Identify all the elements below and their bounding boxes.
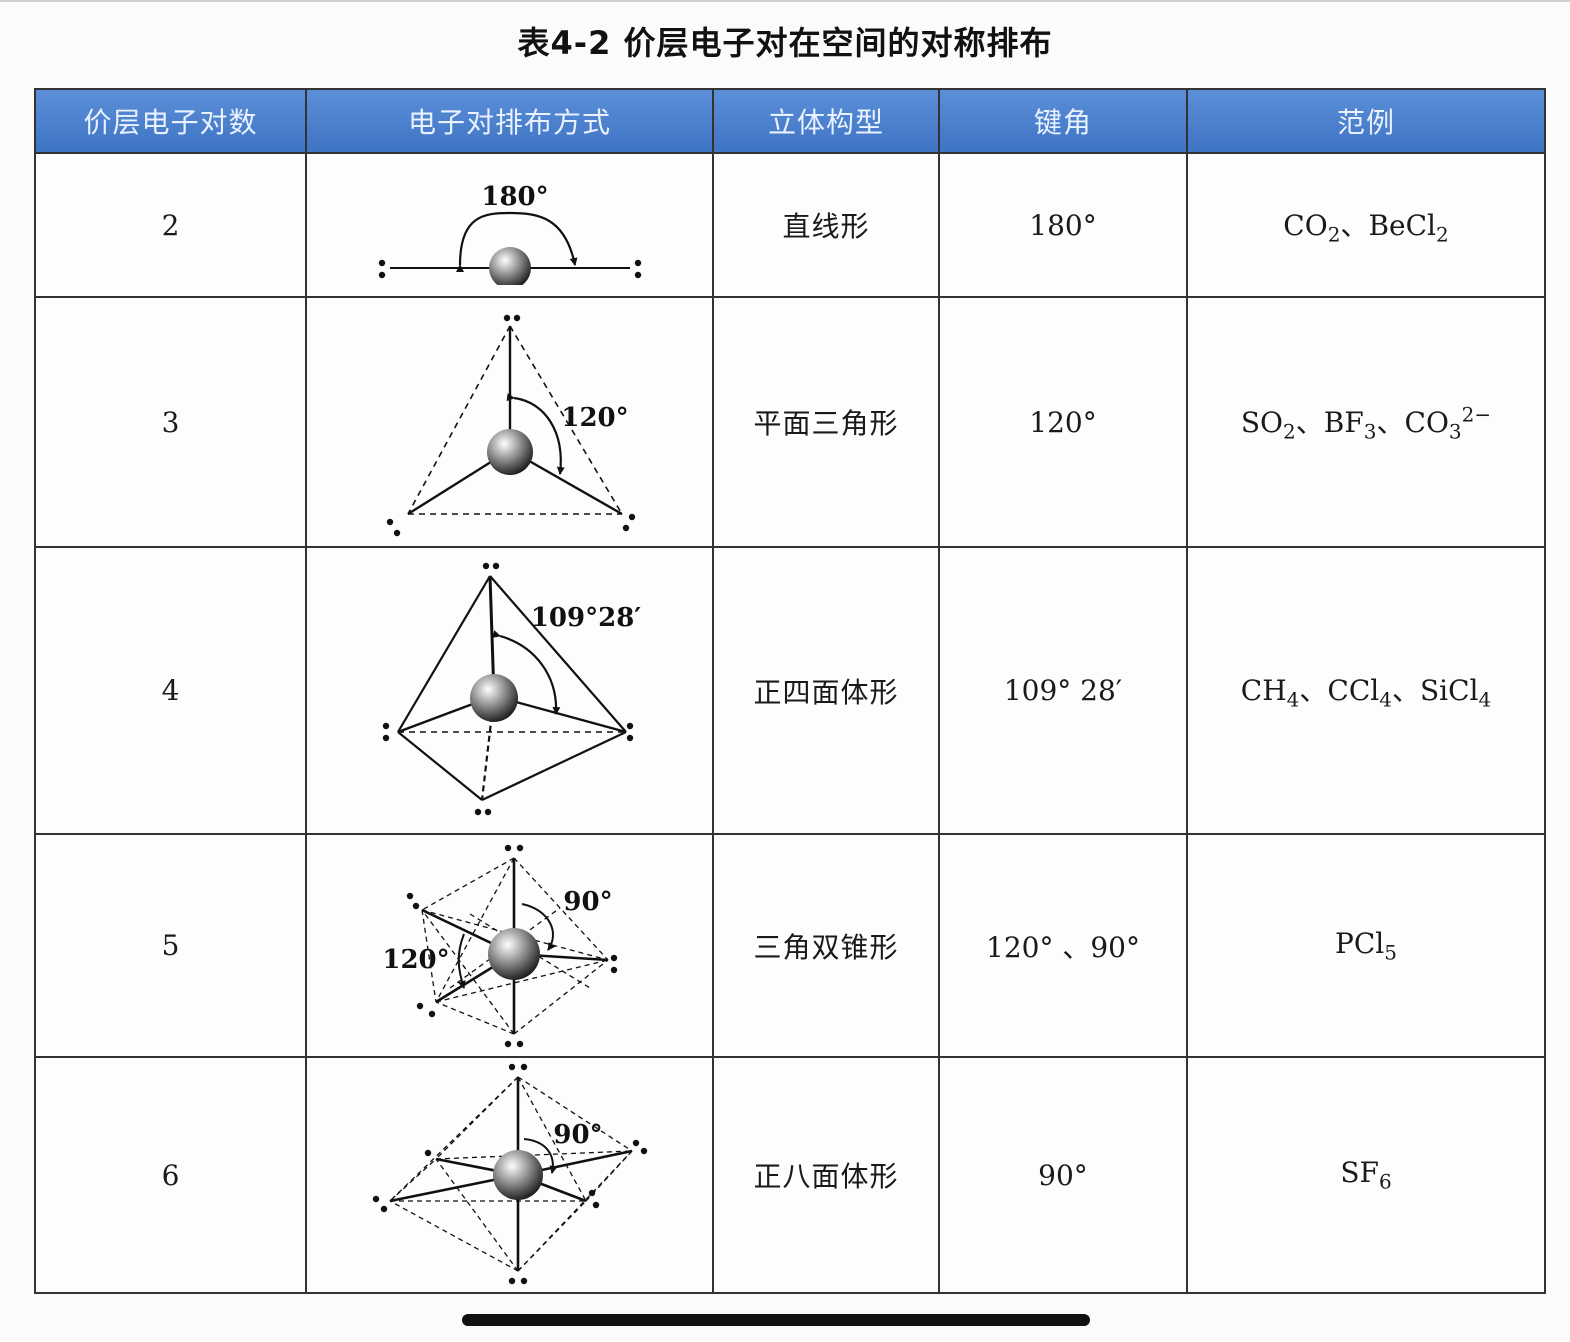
- table-row: 4 109°28′ 正四面体形 109° 28′ CH4、CCl4、SiCl4: [34, 546, 1546, 835]
- formula-subscript: 2: [1435, 222, 1449, 247]
- pair-count: 4: [34, 546, 307, 835]
- examples: PCl5: [1186, 833, 1546, 1058]
- bond-angle: 120° 、90°: [938, 833, 1188, 1058]
- trigonal-bipyramidal-arrangement-diagram: 90° 120°: [382, 844, 617, 1048]
- header-geometry: 立体构型: [712, 88, 940, 154]
- bipyramidal-diagram-cell: 90° 120°: [305, 833, 714, 1058]
- formula: SiCl4: [1419, 674, 1492, 712]
- vsepr-table: 价层电子对数 电子对排布方式 立体构型 键角 范例 2 180° 直线形 180…: [34, 88, 1546, 1294]
- formula: CH4、: [1240, 674, 1328, 712]
- home-indicator[interactable]: [462, 1314, 1090, 1326]
- diagram-angle-label-90: 90°: [563, 887, 612, 917]
- formula-subscript: 2: [1327, 222, 1341, 247]
- bond-angle: 90°: [938, 1056, 1188, 1294]
- pair-count: 3: [34, 296, 307, 548]
- formula: PCl5: [1335, 926, 1397, 965]
- formula-separator: 、: [1376, 405, 1405, 439]
- geometry-name: 正四面体形: [712, 546, 940, 835]
- table-row: 6 90° 正八面体形 90° SF6: [34, 1056, 1546, 1294]
- geometry-name: 直线形: [712, 152, 940, 298]
- table-row: 2 180° 直线形 180° CO2、BeCl2: [34, 152, 1546, 298]
- formula: BeCl2: [1368, 208, 1449, 247]
- octahedral-arrangement-diagram: 90°: [372, 1063, 647, 1284]
- formula-subscript: 5: [1384, 940, 1397, 965]
- octahedral-diagram-cell: 90°: [305, 1056, 714, 1294]
- formula-subscript: 4: [1379, 687, 1392, 712]
- diagram-angle-label: 109°28′: [530, 603, 640, 633]
- examples: CO2、BeCl2: [1186, 152, 1546, 298]
- pair-count: 6: [34, 1056, 307, 1294]
- diagram-angle-label: 90°: [553, 1120, 602, 1150]
- formula-separator: 、: [1340, 208, 1369, 242]
- formula: CO32−: [1404, 402, 1492, 444]
- header-pairs: 价层电子对数: [34, 88, 307, 154]
- formula-separator: 、: [1299, 674, 1328, 708]
- tetrahedral-diagram-cell: 109°28′: [305, 546, 714, 835]
- table-row: 3 120° 平面三角形 120° SO2、BF3、CO32−: [34, 296, 1546, 548]
- top-rule: [0, 0, 1570, 2]
- formula-subscript: 4: [1478, 687, 1492, 712]
- geometry-name: 三角双锥形: [712, 833, 940, 1058]
- linear-arrangement-diagram: 180°: [378, 182, 641, 285]
- diagram-angle-label: 180°: [481, 182, 548, 212]
- bond-angle: 180°: [938, 152, 1188, 298]
- geometry-name: 平面三角形: [712, 296, 940, 548]
- pair-count: 5: [34, 833, 307, 1058]
- formula-separator: 、: [1391, 674, 1420, 708]
- formula: SO2、: [1240, 405, 1324, 444]
- examples: CH4、CCl4、SiCl4: [1186, 546, 1546, 835]
- bond-angle: 109° 28′: [938, 546, 1188, 835]
- formula-subscript: 6: [1378, 1169, 1392, 1194]
- trigonal-diagram-cell: 120°: [305, 296, 714, 548]
- formula: CO2、: [1283, 208, 1369, 247]
- formula-subscript: 4: [1286, 687, 1300, 712]
- diagram-angle-label-120: 120°: [382, 945, 449, 975]
- trigonal-planar-arrangement-diagram: 120°: [386, 314, 635, 537]
- pair-count: 2: [34, 152, 307, 298]
- table-row: 5 90° 120° 三角双锥形 120° 、90° PCl5: [34, 833, 1546, 1058]
- header-arrangement: 电子对排布方式: [305, 88, 714, 154]
- formula: SF6: [1340, 1156, 1392, 1194]
- header-examples: 范例: [1186, 88, 1546, 154]
- formula-separator: 、: [1295, 405, 1324, 439]
- diagram-angle-label: 120°: [561, 403, 628, 433]
- formula-subscript: 2: [1283, 419, 1296, 444]
- formula: BF3、: [1323, 405, 1405, 444]
- formula: CCl4、: [1327, 674, 1420, 712]
- formula-charge: 2−: [1461, 402, 1492, 427]
- table-title: 表4-2 价层电子对在空间的对称排布: [517, 24, 1053, 62]
- linear-diagram-cell: 180°: [305, 152, 714, 298]
- bond-angle: 120°: [938, 296, 1188, 548]
- header-bond-angle: 键角: [938, 88, 1188, 154]
- examples: SF6: [1186, 1056, 1546, 1294]
- formula-subscript: 3: [1363, 419, 1377, 444]
- geometry-name: 正八面体形: [712, 1056, 940, 1294]
- header-row: 价层电子对数 电子对排布方式 立体构型 键角 范例: [34, 88, 1546, 154]
- formula-subscript: 3: [1448, 419, 1462, 444]
- examples: SO2、BF3、CO32−: [1186, 296, 1546, 548]
- tetrahedral-arrangement-diagram: 109°28′: [382, 562, 641, 815]
